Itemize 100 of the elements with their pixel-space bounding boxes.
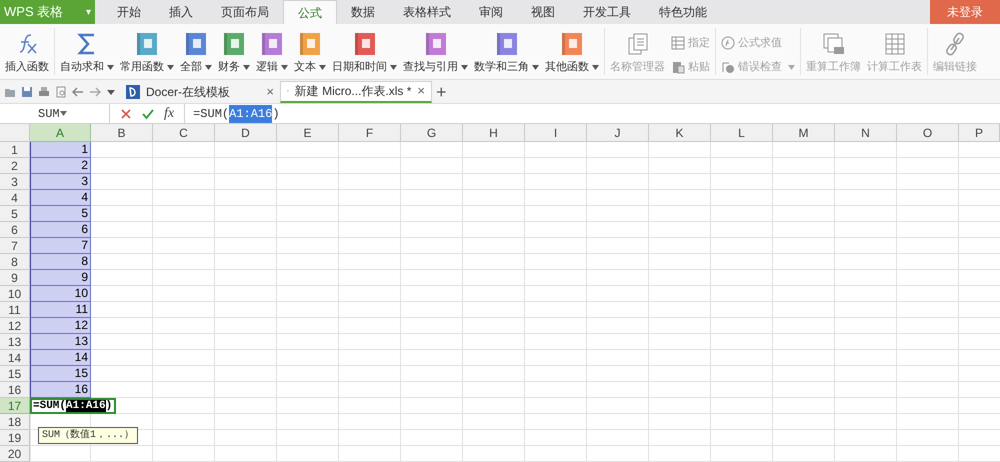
table-cell: 15 — [30, 366, 91, 382]
ribbon-button[interactable]: 全部 — [180, 32, 212, 76]
column-header[interactable]: M — [773, 124, 835, 142]
grid-icon — [671, 36, 685, 50]
column-header[interactable]: L — [711, 124, 773, 142]
row-header[interactable]: 18 — [0, 414, 30, 430]
row-header[interactable]: 13 — [0, 334, 30, 350]
row-header[interactable]: 4 — [0, 190, 30, 206]
row-header[interactable]: 9 — [0, 270, 30, 286]
warning-icon — [721, 60, 735, 74]
document-tab[interactable]: Docer-在线模板 × — [120, 80, 280, 102]
ribbon-button[interactable]: 数学和三角 — [474, 32, 539, 76]
table-icon — [882, 32, 906, 56]
menu-tab[interactable]: 公式 — [283, 0, 337, 24]
table-cell: 6 — [30, 222, 91, 238]
menu-tab[interactable]: 表格样式 — [389, 0, 465, 24]
table-cell: 7 — [30, 238, 91, 254]
redo-icon[interactable] — [89, 86, 101, 98]
ribbon-button[interactable]: 自动求和 — [60, 32, 114, 76]
check-icon[interactable] — [142, 108, 154, 120]
column-header[interactable]: I — [525, 124, 587, 142]
preview-icon[interactable] — [55, 86, 67, 98]
column-header[interactable]: B — [91, 124, 153, 142]
ribbon-button[interactable]: 其他函数 — [545, 32, 599, 76]
ribbon-button[interactable]: 逻辑 — [256, 32, 288, 76]
caret-icon: ▾ — [86, 4, 91, 20]
ribbon-button[interactable]: 日期和时间 — [332, 32, 397, 76]
column-header[interactable]: F — [339, 124, 401, 142]
menu-tab[interactable]: 开始 — [103, 0, 155, 24]
table-cell: 14 — [30, 350, 91, 366]
tab-title: Docer-在线模板 — [146, 84, 230, 100]
column-header[interactable]: A — [30, 124, 91, 142]
column-header[interactable]: H — [463, 124, 525, 142]
docer-icon — [126, 84, 140, 98]
column-header[interactable]: G — [401, 124, 463, 142]
cancel-icon[interactable] — [120, 108, 132, 120]
row-header[interactable]: 16 — [0, 382, 30, 398]
menu-tab[interactable]: 开发工具 — [569, 0, 645, 24]
caret-icon — [60, 111, 67, 116]
table-cell: 16 — [30, 382, 91, 398]
table-cell: 2 — [30, 158, 91, 174]
sheets-icon — [822, 32, 846, 56]
menu-tab[interactable]: 插入 — [155, 0, 207, 24]
formula-circle-icon — [721, 36, 735, 50]
menu-tab[interactable]: 视图 — [517, 0, 569, 24]
insert-function-button[interactable]: fx — [164, 103, 174, 124]
undo-icon[interactable] — [72, 86, 84, 98]
column-header[interactable]: C — [153, 124, 215, 142]
column-header[interactable]: D — [215, 124, 277, 142]
menu-tab[interactable]: 特色功能 — [645, 0, 721, 24]
ribbon-button[interactable]: 常用函数 — [120, 32, 174, 76]
ribbon-button[interactable]: 插入函数 — [5, 32, 49, 76]
row-header[interactable]: 8 — [0, 254, 30, 270]
row-header[interactable]: 5 — [0, 206, 30, 222]
row-header[interactable]: 12 — [0, 318, 30, 334]
column-header[interactable]: O — [897, 124, 959, 142]
table-cell: 5 — [30, 206, 91, 222]
ribbon-button[interactable]: 文本 — [294, 32, 326, 76]
new-tab-button[interactable]: + — [436, 82, 447, 100]
printer-icon[interactable] — [38, 86, 50, 98]
menu-tab[interactable]: 审阅 — [465, 0, 517, 24]
table-cell: 4 — [30, 190, 91, 206]
row-header[interactable]: 11 — [0, 302, 30, 318]
row-header[interactable]: 1 — [0, 142, 30, 158]
table-cell: 13 — [30, 334, 91, 350]
row-header[interactable]: 6 — [0, 222, 30, 238]
table-cell: 11 — [30, 302, 91, 318]
row-header[interactable]: 7 — [0, 238, 30, 254]
documents-icon — [626, 32, 650, 56]
ribbon-button[interactable]: 查找与引用 — [403, 32, 468, 76]
table-cell: 9 — [30, 270, 91, 286]
row-header[interactable]: 15 — [0, 366, 30, 382]
save-icon[interactable] — [21, 86, 33, 98]
row-header[interactable]: 3 — [0, 174, 30, 190]
link-icon — [943, 32, 967, 56]
cell-editor[interactable]: =SUM(A1:A16) — [30, 398, 116, 414]
column-header[interactable]: J — [587, 124, 649, 142]
row-header[interactable]: 17 — [0, 398, 30, 414]
table-cell: 3 — [30, 174, 91, 190]
column-header[interactable]: N — [835, 124, 897, 142]
ribbon-button[interactable]: 财务 — [218, 32, 250, 76]
close-button[interactable]: × — [417, 81, 425, 101]
row-header[interactable]: 19 — [0, 430, 30, 446]
menu-tab[interactable]: 数据 — [337, 0, 389, 24]
row-header[interactable]: 14 — [0, 350, 30, 366]
document-tab[interactable]: 新建 Micro...作表.xls * × — [280, 80, 432, 102]
menu-tab[interactable]: 页面布局 — [207, 0, 283, 24]
table-cell: 8 — [30, 254, 91, 270]
column-header[interactable]: P — [959, 124, 1000, 142]
table-cell: 12 — [30, 318, 91, 334]
row-header[interactable]: 2 — [0, 158, 30, 174]
row-header[interactable]: 20 — [0, 446, 30, 462]
table-cell: 10 — [30, 286, 91, 302]
row-header[interactable]: 10 — [0, 286, 30, 302]
table-cell: 1 — [30, 142, 91, 158]
column-header[interactable]: E — [277, 124, 339, 142]
function-tooltip: SUM（数值1，...） — [38, 427, 138, 444]
column-header[interactable]: K — [649, 124, 711, 142]
close-button[interactable]: × — [266, 82, 274, 102]
tab-title: 新建 Micro...作表.xls * — [294, 83, 412, 100]
